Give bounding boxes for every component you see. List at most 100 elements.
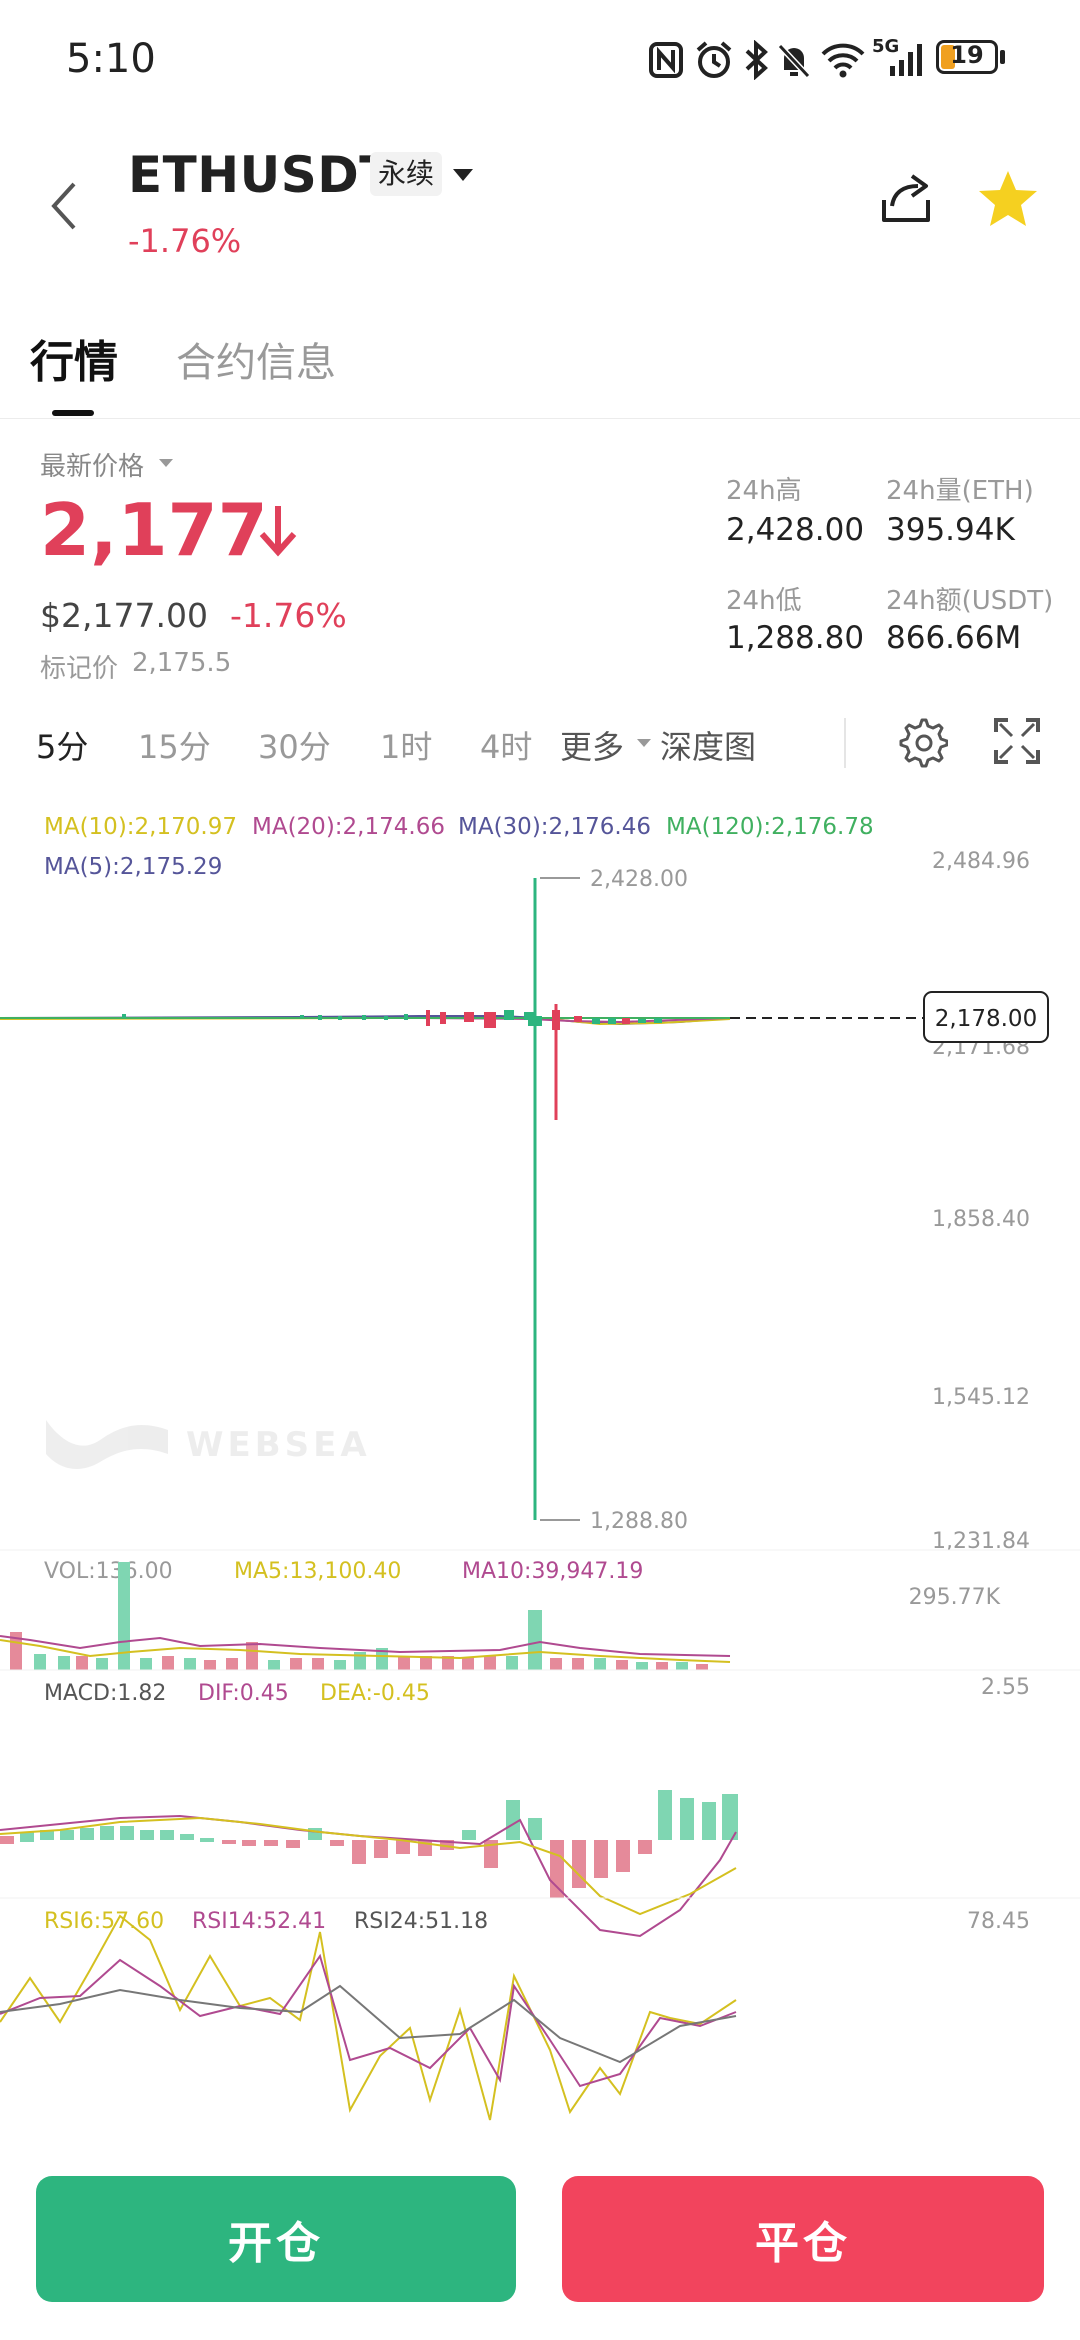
last-price-label[interactable]: 最新价格: [40, 446, 144, 483]
signal-icon: [890, 44, 922, 76]
macd-bar: [330, 1840, 344, 1846]
volume-bar: [506, 1656, 518, 1670]
macd-bar: [264, 1840, 278, 1846]
stat-24h-high-label: 24h高: [726, 476, 802, 506]
alarm-icon: [696, 41, 732, 78]
close-position-label: 平仓: [755, 2219, 851, 2268]
toolbar-divider: [844, 718, 846, 768]
volume-bar: [398, 1656, 410, 1670]
last-price: 2,177: [40, 488, 268, 572]
share-icon[interactable]: [876, 170, 936, 228]
macd-bar: [550, 1840, 564, 1898]
volume-bar: [550, 1658, 562, 1670]
timeframe-5m[interactable]: 5分: [36, 722, 88, 768]
volume-bar: [162, 1656, 174, 1670]
back-arrow-icon[interactable]: [44, 176, 84, 236]
macd-bar: [242, 1840, 256, 1846]
volume-bar: [656, 1662, 668, 1670]
volume-bar: [594, 1658, 606, 1670]
rsi-lines: [0, 1914, 737, 2121]
volume-bar: [334, 1660, 346, 1670]
macd-bar: [374, 1840, 388, 1858]
macd-bar: [616, 1840, 630, 1872]
candle: [426, 1010, 430, 1026]
volume-bar: [268, 1660, 280, 1670]
red-candle-body: [552, 1010, 560, 1030]
macd-bar: [594, 1840, 608, 1878]
rsi-max: 78.45: [967, 1909, 1030, 1934]
vol-label: VOL:136.00: [44, 1559, 173, 1584]
open-position-button[interactable]: 开仓: [36, 2176, 516, 2302]
candle: [338, 1016, 342, 1020]
macd-bar: [680, 1798, 694, 1840]
candle: [592, 1018, 600, 1024]
volume-bar: [636, 1662, 648, 1670]
candle: [464, 1012, 474, 1022]
timeframe-15m[interactable]: 15分: [138, 722, 211, 768]
candle: [638, 1019, 646, 1023]
timeframe-30m[interactable]: 30分: [258, 722, 331, 768]
dif-label: DIF:0.45: [198, 1681, 289, 1706]
tab-market[interactable]: 行情: [30, 326, 118, 390]
caret-down-icon[interactable]: [636, 738, 652, 748]
volume-bar: [312, 1658, 324, 1670]
tab-contract-info[interactable]: 合约信息: [176, 330, 336, 388]
macd-bar: [658, 1790, 672, 1840]
stat-24h-amount: 866.66M: [886, 620, 1022, 656]
volume-bar: [96, 1658, 108, 1670]
candle: [362, 1015, 366, 1020]
status-bar: 5:10 5G 19: [0, 0, 1080, 120]
depth-chart-tab[interactable]: 深度图: [660, 722, 756, 768]
battery-level: 19: [950, 41, 984, 69]
volume-bar: [528, 1610, 542, 1670]
low-marker: 1,288.80: [590, 1509, 688, 1534]
macd-bar: [80, 1828, 94, 1840]
volume-bar: [140, 1658, 152, 1670]
ma20-label: MA(20):2,174.66: [252, 814, 445, 840]
price-change: -1.76%: [230, 596, 347, 635]
volume-bar: [246, 1642, 258, 1670]
candle: [384, 1016, 388, 1020]
macd-max: 2.55: [981, 1675, 1030, 1700]
stat-24h-vol-label: 24h量(ETH): [886, 476, 1034, 506]
stat-24h-high: 2,428.00: [726, 512, 865, 548]
candle: [440, 1012, 446, 1024]
ma10-label: MA(10):2,170.97: [44, 814, 237, 840]
open-position-label: 开仓: [228, 2219, 324, 2268]
y-tick: 2,484.96: [932, 849, 1030, 874]
macd-bar: [100, 1826, 114, 1840]
macd-bar: [528, 1818, 542, 1840]
caret-down-icon[interactable]: [452, 168, 474, 182]
volume-bar: [696, 1664, 708, 1670]
current-price: 2,178.00: [935, 1006, 1037, 1032]
vol-ma5-label: MA5:13,100.40: [234, 1559, 401, 1584]
close-position-button[interactable]: 平仓: [562, 2176, 1044, 2302]
timeframe-1h[interactable]: 1时: [380, 722, 432, 768]
gear-icon[interactable]: [896, 716, 948, 768]
macd-bar: [120, 1826, 134, 1840]
favorite-star-icon[interactable]: [976, 168, 1040, 230]
candle: [574, 1016, 582, 1022]
mark-price-value: 2,175.5: [132, 648, 232, 678]
macd-bar: [180, 1834, 194, 1840]
arrow-down-icon: [259, 506, 297, 557]
macd-bar: [396, 1840, 410, 1854]
y-tick: 1,858.40: [932, 1207, 1030, 1232]
caret-down-icon[interactable]: [158, 458, 174, 468]
timeframe-more[interactable]: 更多: [560, 722, 624, 768]
fullscreen-icon[interactable]: [992, 716, 1042, 766]
watermark-text: WEBSEA: [186, 1425, 371, 1465]
contract-type-badge[interactable]: 永续: [370, 152, 443, 196]
candle: [122, 1014, 126, 1018]
kline-chart[interactable]: MA(10):2,170.97 MA(20):2,174.66 MA(30):2…: [0, 790, 1080, 2136]
candle: [318, 1015, 322, 1020]
timeframe-4h[interactable]: 4时: [480, 722, 532, 768]
symbol-title[interactable]: ETHUSDT: [128, 146, 394, 204]
candle: [622, 1018, 630, 1024]
macd-bar: [140, 1830, 154, 1840]
y-tick: 1,545.12: [932, 1385, 1030, 1410]
ma30-label: MA(30):2,176.46: [458, 814, 651, 840]
candle: [404, 1014, 408, 1020]
macd-bar: [352, 1840, 366, 1864]
macd-bar: [638, 1840, 652, 1854]
